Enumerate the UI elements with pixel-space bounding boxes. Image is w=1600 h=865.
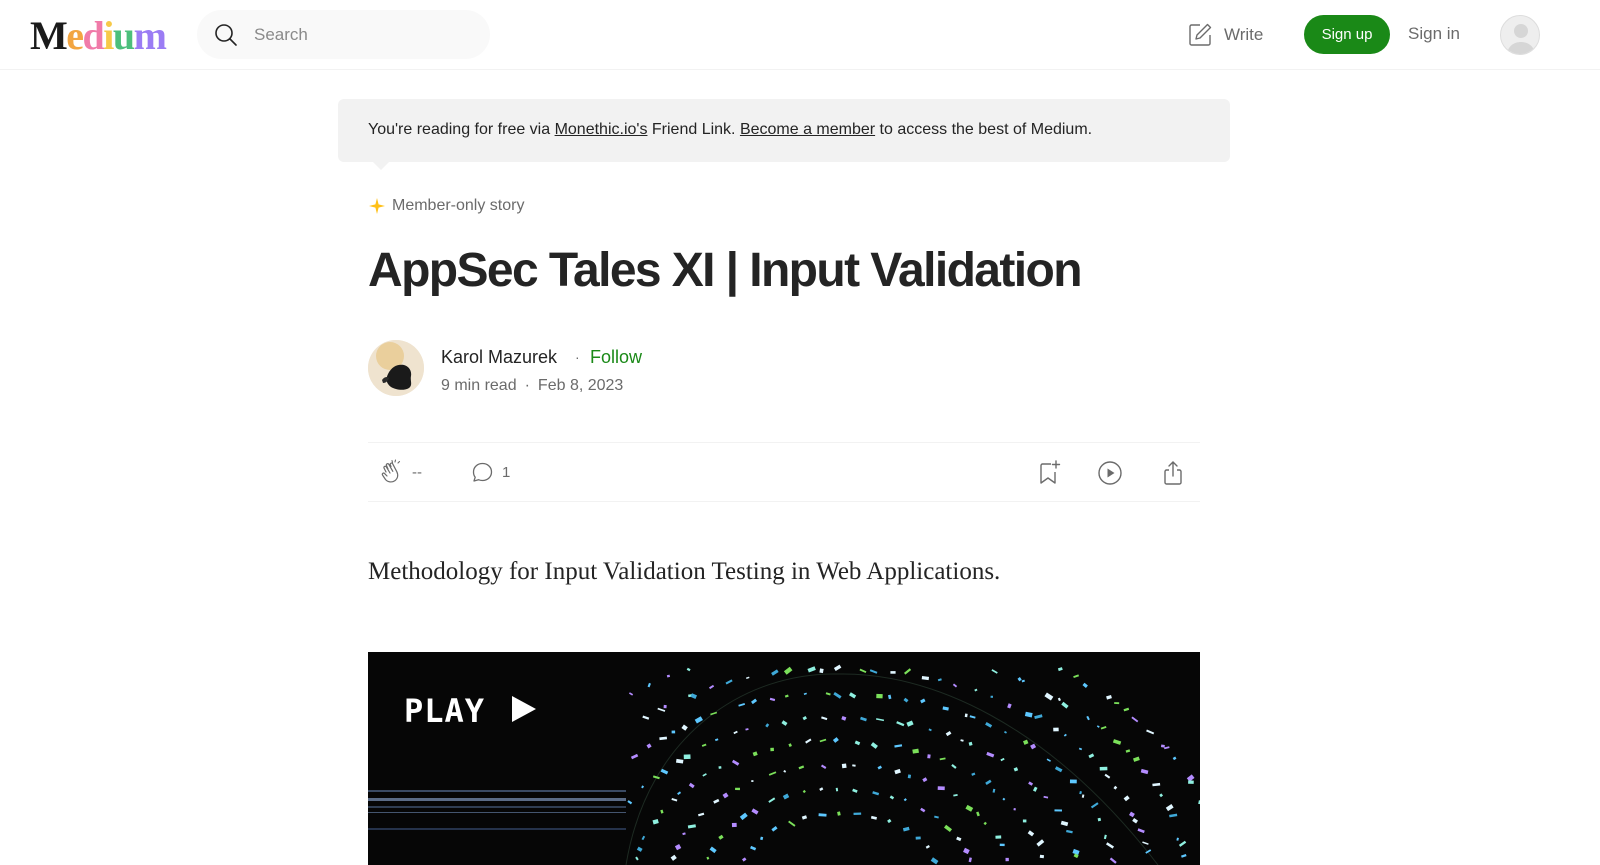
separator-dot: · [524,377,530,394]
friend-link-banner: You're reading for free via Monethic.io'… [338,99,1230,170]
hero-particle [995,835,1002,839]
banner-text: You're reading for free via Monethic.io'… [368,121,1092,139]
banner-suffix: to access the best of Medium. [875,121,1093,138]
hero-particle [735,787,740,791]
response-icon[interactable] [470,460,496,486]
hero-artwork [368,652,1200,865]
hero-particle [915,836,921,840]
hero-particle [1069,779,1077,784]
bookmark-icon[interactable] [1036,459,1062,487]
hero-particle [964,713,968,718]
hero-particle [1160,744,1165,748]
publisher-link[interactable]: Monethic.io's [555,121,648,138]
hero-particle [751,780,754,782]
clap-icon[interactable] [378,459,406,487]
hero-particle [927,754,931,759]
banner-pointer [373,162,389,170]
hero-play-text: PLAY [404,692,486,730]
hero-particle [890,671,896,674]
hero-particle [770,747,774,752]
hero-particle [876,693,883,699]
become-member-link[interactable]: Become a member [740,121,875,138]
hero-particle [853,812,862,815]
member-only-badge: Member-only story [368,195,524,217]
banner-middle: Friend Link. [647,121,740,138]
banner-prefix: You're reading for free via [368,121,555,138]
play-icon[interactable] [1097,460,1123,486]
hero-particle [841,763,847,769]
hero-particle [999,843,1005,847]
hero-particle [1013,808,1016,811]
top-navigation-bar: Medium Search Write Sign up Sign in [0,0,1600,70]
hero-particle [1022,819,1027,823]
hero-particle [937,786,945,791]
hero-particle [671,730,676,734]
hero-particle [1099,766,1108,771]
share-icon[interactable] [1160,459,1186,487]
hero-particle [1114,702,1120,705]
search-input[interactable]: Search [197,10,490,59]
hero-particle [1053,727,1059,732]
author-name[interactable]: Karol Mazurek [441,347,557,368]
hero-image: PLAY [368,652,1200,865]
member-only-label: Member-only story [392,197,525,214]
article-action-bar: -- 1 [368,442,1200,502]
hero-particle [731,822,737,828]
hero-particle [907,774,912,779]
response-count: 1 [502,464,511,481]
star-icon [369,198,385,214]
separator-dot: · [575,349,580,365]
hero-particle [683,754,691,760]
hero-particle [1039,854,1045,859]
hero-particle [852,764,856,767]
write-label: Write [1224,25,1264,44]
play-triangle-icon [512,696,536,722]
hero-particle [819,668,824,674]
search-icon [215,24,237,46]
medium-logo[interactable]: Medium [30,14,167,58]
hero-particle [818,813,827,817]
search-placeholder: Search [254,25,308,44]
hero-particle [990,695,993,698]
publish-date: Feb 8, 2023 [537,377,624,394]
hero-particle [718,766,722,769]
hero-particle [1054,809,1062,812]
sign-up-button[interactable]: Sign up [1304,15,1390,54]
hero-particle [1188,780,1194,784]
write-icon [1189,23,1212,46]
read-time: 9 min read [441,377,517,394]
hero-particle [1005,857,1009,862]
write-button[interactable]: Write [1186,20,1263,50]
follow-button[interactable]: Follow [590,347,642,368]
sign-in-link[interactable]: Sign in [1408,24,1460,44]
article-title: AppSec Tales XI | Input Validation [368,244,1083,297]
author-avatar[interactable] [368,340,424,396]
article-subtitle: Methodology for Input Validation Testing… [368,558,1001,585]
article-meta: 9 min read · Feb 8, 2023 [441,377,623,395]
avatar-icon[interactable] [1500,15,1540,55]
hero-particle [663,704,667,709]
clap-count: -- [412,464,422,481]
